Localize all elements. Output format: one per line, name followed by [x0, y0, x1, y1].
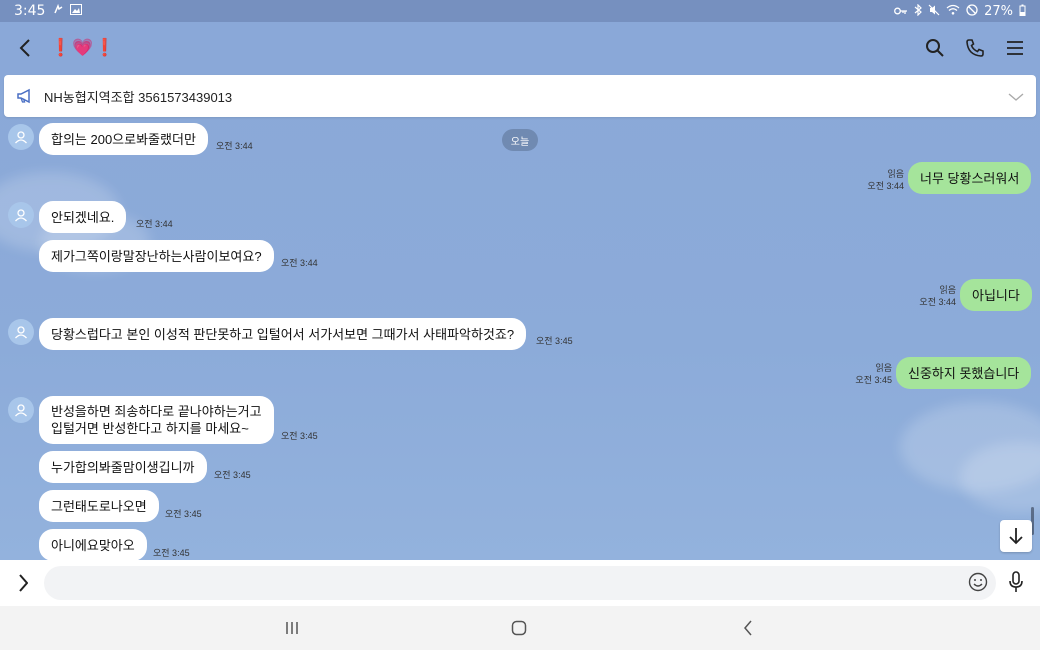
chat-title: ❗💗❗: [50, 38, 117, 58]
header-actions: [924, 37, 1026, 59]
message-bubble[interactable]: 반성을하면 죄송하다로 끝나야하는거고 입털거면 반성한다고 하지를 마세요~: [39, 396, 274, 444]
chevron-left-icon: [19, 39, 30, 57]
status-time: 3:45: [14, 3, 46, 19]
search-icon: [926, 39, 944, 57]
message-input-bar: [0, 560, 1040, 606]
profile-icon: [15, 131, 27, 144]
system-navigation-bar: [0, 606, 1040, 650]
message-bubble[interactable]: 아니에요맞아오: [39, 529, 147, 561]
mute-icon: [928, 4, 940, 19]
message-time: 오전 3:44: [867, 181, 904, 191]
message-input[interactable]: [44, 566, 996, 600]
message-meta: 읽음 오전 3:45: [838, 362, 892, 386]
my-message-bubble[interactable]: 너무 당황스러워서: [908, 162, 1032, 194]
message-line: 입털거면 반성한다고 하지를 마세요~: [51, 421, 249, 436]
profile-icon: [15, 404, 27, 417]
status-bar: 3:45 27%: [0, 0, 1040, 22]
profile-icon: [15, 209, 27, 222]
back-arrow-icon: [744, 620, 752, 636]
message-time: 오전 3:44: [281, 258, 318, 268]
phone-icon: [966, 39, 984, 57]
menu-button[interactable]: [1004, 37, 1026, 59]
avatar[interactable]: [8, 319, 34, 345]
scroll-to-bottom-button[interactable]: [1000, 520, 1032, 552]
message-bubble[interactable]: 누가합의봐줄맘이생깁니까: [39, 451, 207, 483]
megaphone-icon: [17, 88, 30, 104]
message-time: 오전 3:45: [165, 509, 202, 519]
battery-icon: [1019, 4, 1026, 19]
message-meta: 읽음 오전 3:44: [902, 284, 956, 308]
message-time: 오전 3:44: [216, 141, 253, 151]
my-message-bubble[interactable]: 아닙니다: [960, 279, 1032, 311]
chevron-right-icon: [19, 574, 28, 592]
chat-header: ❗💗❗: [0, 22, 1040, 74]
emoji-button[interactable]: [966, 570, 990, 594]
do-not-disturb-icon: [966, 3, 978, 19]
message-time: 오전 3:44: [136, 219, 173, 229]
message-bubble[interactable]: 합의는 200으로봐줄랬더만: [39, 123, 208, 155]
notice-text: NH농협지역조합 3561573439013: [44, 89, 233, 105]
notice-expand-button[interactable]: [1008, 87, 1024, 106]
message-bubble[interactable]: 안되겠네요.: [39, 201, 127, 233]
message-time: 오전 3:45: [281, 431, 318, 441]
message-time: 오전 3:45: [536, 336, 573, 346]
status-right: 27%: [894, 3, 1026, 19]
read-receipt: 읽음: [939, 285, 956, 295]
hamburger-menu-icon: [1007, 41, 1023, 55]
chevron-down-icon: [1008, 92, 1024, 101]
notification-icon: [53, 3, 64, 18]
key-icon: [894, 5, 908, 18]
my-message-bubble[interactable]: 신중하지 못했습니다: [896, 357, 1032, 389]
avatar[interactable]: [8, 124, 34, 150]
gallery-icon: [70, 4, 83, 18]
message-time: 오전 3:45: [153, 548, 190, 558]
system-back-button[interactable]: [736, 618, 760, 638]
bluetooth-icon: [914, 3, 922, 19]
message-bubble[interactable]: 그런태도로나오면: [39, 490, 159, 522]
profile-icon: [15, 326, 27, 339]
microphone-icon: [1009, 571, 1023, 592]
battery-level: 27%: [984, 3, 1013, 19]
recent-apps-button[interactable]: [280, 618, 304, 638]
read-receipt: 읽음: [887, 169, 904, 179]
recent-apps-icon: [286, 622, 298, 634]
message-time: 오전 3:44: [919, 297, 956, 307]
call-button[interactable]: [964, 37, 986, 59]
message-meta: 읽음 오전 3:44: [850, 168, 904, 192]
message-time: 오전 3:45: [214, 470, 251, 480]
wifi-icon: [946, 4, 960, 18]
voice-button[interactable]: [1004, 569, 1028, 595]
home-icon: [511, 620, 527, 636]
message-bubble[interactable]: 당황스럽다고 본인 이성적 판단못하고 입털어서 서가서보면 그때가서 사태파악…: [39, 318, 527, 350]
status-left-icons: [53, 3, 83, 18]
back-button[interactable]: [14, 37, 36, 59]
avatar[interactable]: [8, 202, 34, 228]
read-receipt: 읽음: [875, 363, 892, 373]
notice-banner[interactable]: NH농협지역조합 3561573439013: [4, 75, 1036, 117]
avatar[interactable]: [8, 397, 34, 423]
smiley-icon: [968, 572, 988, 592]
message-line: 반성을하면 죄송하다로 끝나야하는거고: [51, 404, 262, 419]
message-bubble[interactable]: 제가그쪽이랑말장난하는사람이보여요?: [39, 240, 274, 272]
home-button[interactable]: [507, 618, 531, 638]
expand-menu-button[interactable]: [10, 570, 36, 596]
message-time: 오전 3:45: [855, 375, 892, 385]
date-divider: 오늘: [502, 129, 538, 151]
arrow-down-icon: [1009, 528, 1023, 545]
search-button[interactable]: [924, 37, 946, 59]
